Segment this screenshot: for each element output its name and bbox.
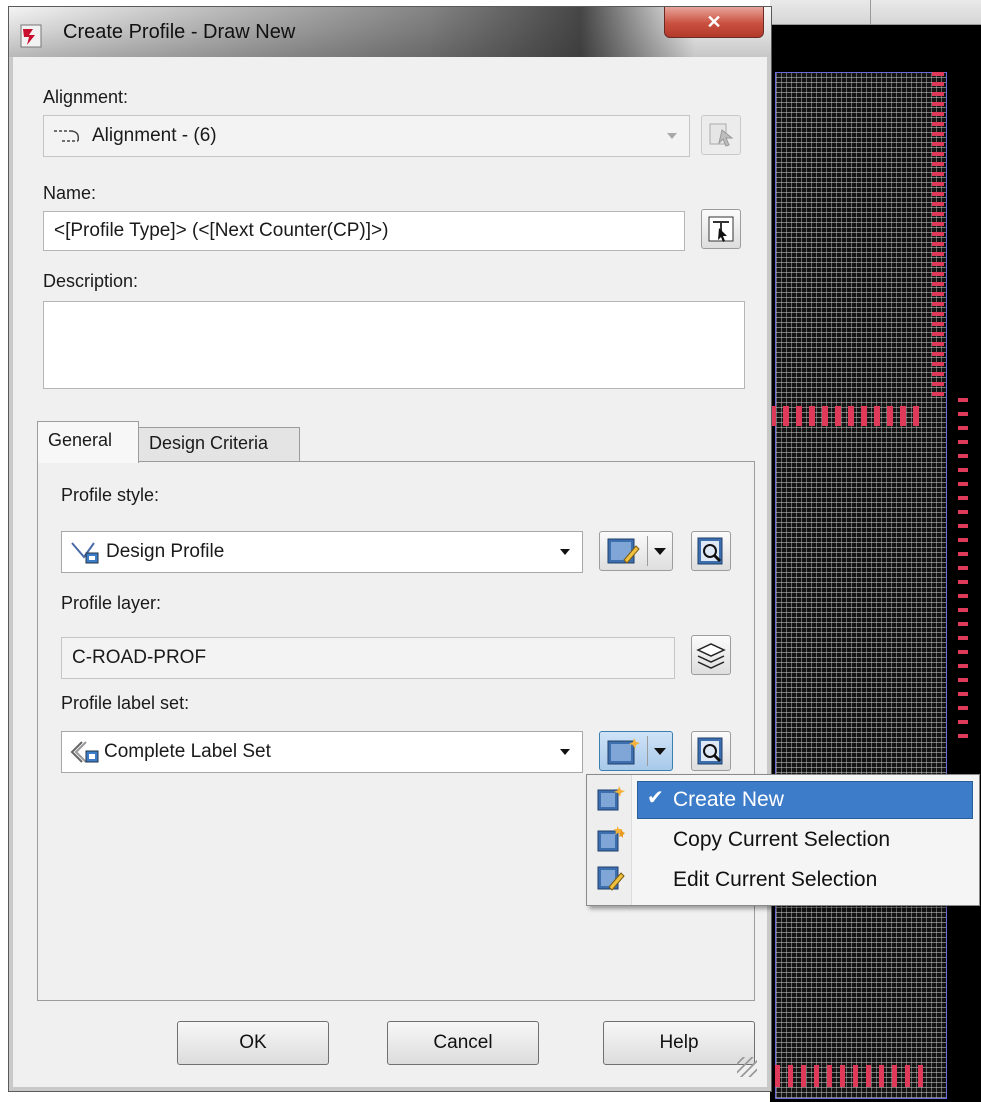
profile-grid-markers-right bbox=[958, 398, 968, 738]
ok-button-label: OK bbox=[239, 1032, 267, 1053]
chevron-down-icon bbox=[560, 549, 570, 555]
profile-style-value: Design Profile bbox=[106, 541, 225, 562]
profile-label-set-details-button[interactable] bbox=[691, 731, 731, 771]
window-title: Create Profile - Draw New bbox=[63, 21, 296, 43]
chevron-down-icon[interactable] bbox=[654, 548, 666, 555]
text-template-icon bbox=[708, 216, 734, 242]
menu-item-label: Create New bbox=[673, 788, 784, 811]
label-set-icon bbox=[70, 741, 99, 763]
profile-style-combo[interactable]: Design Profile bbox=[61, 531, 583, 573]
alignment-value: Alignment - (6) bbox=[92, 125, 217, 146]
ok-button[interactable]: OK bbox=[177, 1021, 329, 1065]
name-value: <[Profile Type]> (<[Next Counter(CP)]>) bbox=[54, 220, 389, 241]
profile-label-set-label: Profile label set: bbox=[61, 693, 190, 713]
edit-style-icon bbox=[607, 538, 640, 564]
profile-label-set-value: Complete Label Set bbox=[104, 741, 271, 762]
preview-details-icon bbox=[697, 537, 723, 565]
tab-design-criteria[interactable]: Design Criteria bbox=[138, 427, 300, 462]
alignment-icon bbox=[54, 130, 80, 142]
close-icon: ✕ bbox=[706, 11, 722, 32]
preview-details-icon bbox=[697, 737, 723, 765]
edit-selection-icon bbox=[597, 866, 625, 891]
profile-layer-button[interactable] bbox=[691, 635, 731, 675]
profile-style-details-button[interactable] bbox=[691, 531, 731, 571]
menu-item-create-new[interactable]: ✔ Create New bbox=[587, 779, 979, 819]
tab-general[interactable]: General bbox=[37, 421, 139, 463]
create-new-icon bbox=[607, 738, 640, 765]
profile-grid-markers-bottom bbox=[775, 1065, 925, 1087]
chevron-down-icon[interactable] bbox=[654, 748, 666, 755]
alignment-combo: Alignment - (6) bbox=[43, 115, 690, 157]
profile-style-icon bbox=[71, 542, 99, 564]
chevron-down-icon bbox=[667, 133, 677, 139]
layers-icon bbox=[696, 643, 726, 669]
create-new-icon bbox=[597, 786, 625, 811]
profile-grid-markers-horizontal bbox=[770, 406, 920, 426]
description-input[interactable] bbox=[43, 301, 745, 389]
dialog-body: Alignment: Alignment - (6) Name: <[Profi… bbox=[17, 57, 761, 1081]
profile-layer-label: Profile layer: bbox=[61, 593, 162, 613]
name-input[interactable]: <[Profile Type]> (<[Next Counter(CP)]>) bbox=[43, 211, 685, 251]
chevron-down-icon bbox=[560, 749, 570, 755]
name-template-button[interactable] bbox=[701, 209, 741, 249]
checkmark-icon: ✔ bbox=[647, 787, 664, 809]
profile-style-label: Profile style: bbox=[61, 485, 160, 505]
resize-grip[interactable] bbox=[737, 1057, 757, 1077]
pick-from-drawing-icon bbox=[709, 123, 734, 147]
tab-general-label: General bbox=[48, 430, 113, 450]
civil3d-app-icon bbox=[20, 24, 42, 48]
help-button[interactable]: Help bbox=[603, 1021, 755, 1065]
profile-grid-markers-vertical bbox=[932, 72, 944, 402]
description-label: Description: bbox=[43, 271, 139, 291]
tab-design-criteria-label: Design Criteria bbox=[149, 433, 269, 453]
label-set-dropdown-menu: ✔ Create New Copy Current Selection Edit… bbox=[586, 774, 980, 906]
menu-item-label: Copy Current Selection bbox=[673, 828, 891, 851]
help-button-label: Help bbox=[659, 1032, 699, 1053]
cancel-button[interactable]: Cancel bbox=[387, 1021, 539, 1065]
profile-style-edit-split-button[interactable] bbox=[599, 531, 673, 571]
pick-alignment-button bbox=[701, 115, 741, 155]
menu-item-edit-current-selection[interactable]: Edit Current Selection bbox=[587, 859, 979, 899]
profile-layer-field: C-ROAD-PROF bbox=[61, 637, 675, 679]
alignment-label: Alignment: bbox=[43, 87, 129, 107]
name-label: Name: bbox=[43, 183, 97, 203]
cad-toolbar-strip bbox=[770, 0, 981, 25]
title-bar[interactable]: Create Profile - Draw New ✕ bbox=[9, 7, 771, 57]
copy-selection-icon bbox=[597, 826, 625, 852]
menu-item-copy-current-selection[interactable]: Copy Current Selection bbox=[587, 819, 979, 859]
menu-item-label: Edit Current Selection bbox=[673, 868, 878, 891]
profile-layer-value: C-ROAD-PROF bbox=[72, 647, 207, 668]
profile-view-grid bbox=[775, 72, 947, 1099]
profile-label-set-create-split-button[interactable] bbox=[599, 731, 673, 771]
cancel-button-label: Cancel bbox=[433, 1032, 493, 1053]
create-profile-dialog: Create Profile - Draw New ✕ Alignment: A… bbox=[8, 6, 772, 1092]
close-button[interactable]: ✕ bbox=[664, 7, 764, 38]
profile-label-set-combo[interactable]: Complete Label Set bbox=[61, 731, 583, 773]
